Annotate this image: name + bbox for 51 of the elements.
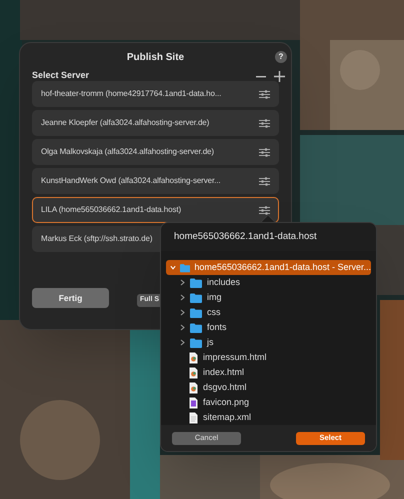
chevron-right-icon[interactable]	[180, 339, 185, 346]
server-row[interactable]: LILA (home565036662.1and1-data.host)	[32, 197, 279, 223]
image-file-icon	[189, 396, 198, 408]
tree-root-label: home565036662.1and1-data.host - Server...	[194, 260, 371, 274]
sliders-icon[interactable]	[259, 90, 270, 98]
chevron-down-icon	[170, 264, 176, 271]
chevron-right-icon[interactable]	[180, 294, 185, 301]
folder-icon	[190, 292, 202, 302]
web-file-icon	[189, 352, 198, 364]
web-file-icon	[189, 366, 198, 378]
server-row[interactable]: Olga Malkovskaja (alfa3024.alfahosting-server.de)	[32, 139, 279, 165]
folder-icon	[190, 338, 202, 348]
tree-item-label[interactable]: img	[207, 290, 222, 304]
chevron-right-icon[interactable]	[180, 324, 185, 331]
server-row[interactable]: Jeanne Kloepfer (alfa3024.alfahosting-server.de)	[32, 110, 279, 136]
folder-icon	[190, 278, 202, 288]
tree-item-label[interactable]: dsgvo.html	[203, 380, 247, 394]
tree-item-label[interactable]: css	[207, 306, 220, 320]
sliders-icon[interactable]	[259, 118, 270, 128]
sliders-icon[interactable]	[259, 206, 270, 214]
folder-icon	[190, 308, 202, 318]
help-button[interactable]: ?	[275, 51, 287, 63]
server-label: Markus Eck (sftp://ssh.strato.de)	[41, 233, 152, 245]
server-label: KunstHandWerk Owd (alfa3024.alfahosting-server...	[41, 175, 220, 187]
folder-icon	[180, 262, 190, 272]
tree-item-label[interactable]: fonts	[207, 320, 227, 334]
remove-icon[interactable]	[256, 75, 266, 79]
tree-item-label[interactable]: js	[207, 336, 214, 350]
server-label: hof-theater-tromm (home42917764.1and1-data.ho...	[41, 88, 222, 100]
document-icon	[189, 412, 198, 424]
tree-item-label[interactable]: index.html	[203, 366, 244, 380]
tree-item-label[interactable]: favicon.png	[203, 396, 250, 410]
done-button[interactable]: Fertig	[32, 288, 109, 308]
server-label: Olga Malkovskaja (alfa3024.alfahosting-server.de)	[41, 146, 214, 158]
section-label: Select Server	[32, 69, 90, 82]
server-label: Jeanne Kloepfer (alfa3024.alfahosting-server.de)	[41, 117, 210, 129]
chevron-right-icon[interactable]	[180, 279, 185, 286]
tree-item-label[interactable]: impressum.html	[203, 350, 267, 364]
sliders-icon[interactable]	[259, 176, 270, 186]
tree-root-item[interactable]: home565036662.1and1-data.host - Server...	[166, 260, 371, 275]
server-row[interactable]: KunstHandWerk Owd (alfa3024.alfahosting-server...	[32, 168, 279, 194]
tree-item-label[interactable]: sitemap.xml	[203, 410, 252, 424]
sliders-icon[interactable]	[259, 148, 270, 156]
dialog-title: Publish Site	[126, 50, 184, 64]
chevron-right-icon[interactable]	[180, 309, 185, 316]
server-row[interactable]: hof-theater-tromm (home42917764.1and1-data.ho...	[32, 81, 279, 107]
web-file-icon	[189, 382, 198, 394]
server-label: LILA (home565036662.1and1-data.host)	[41, 204, 182, 216]
add-icon[interactable]	[274, 71, 285, 82]
tree-item-label[interactable]: includes	[207, 276, 240, 290]
folder-icon	[190, 322, 202, 332]
